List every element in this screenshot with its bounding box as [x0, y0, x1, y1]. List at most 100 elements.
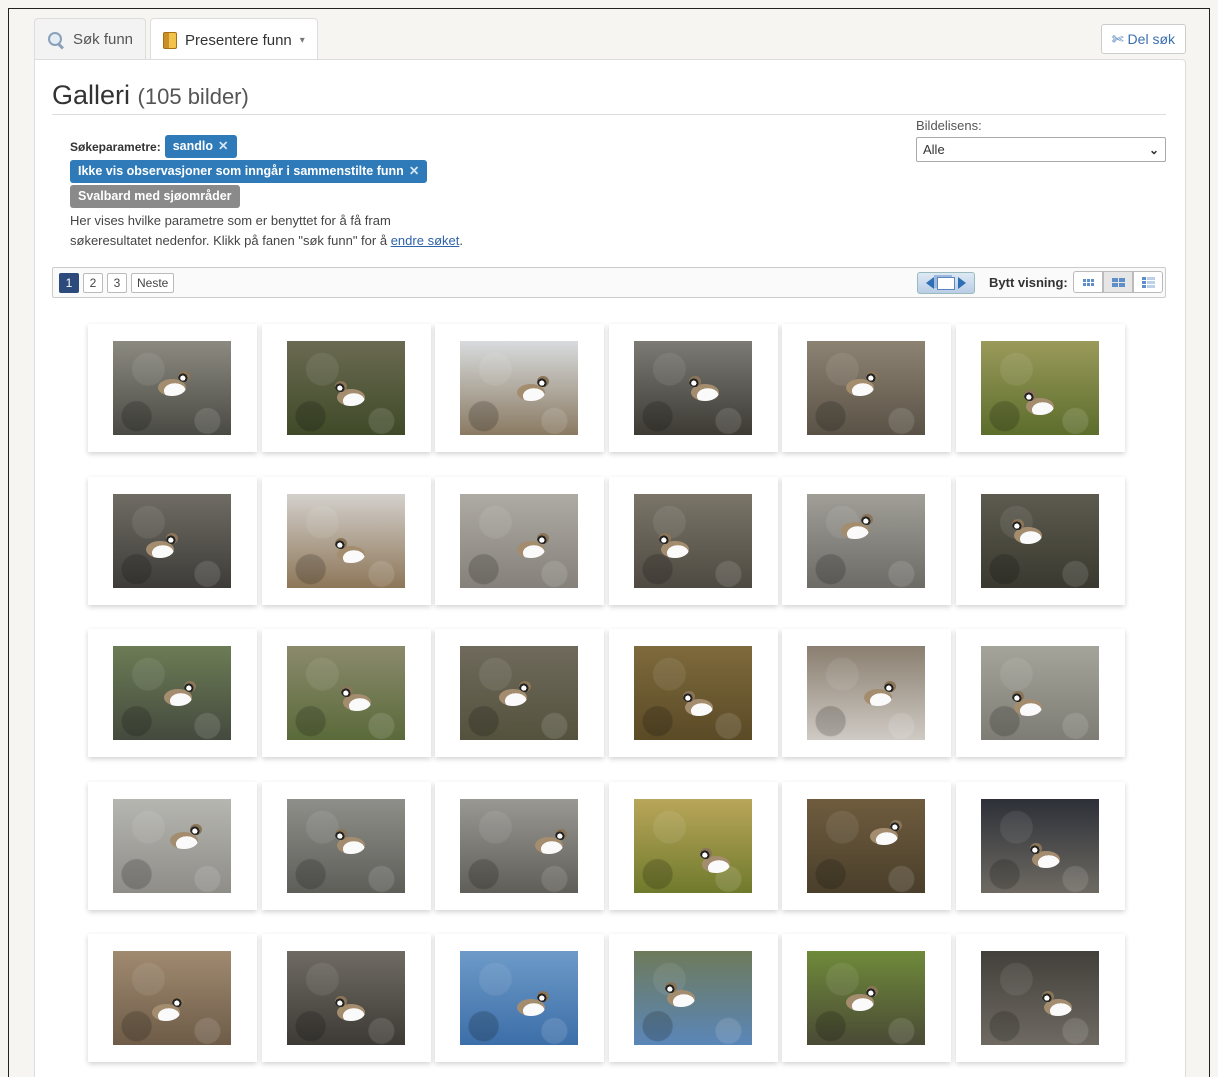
bird-photo-thumbnail[interactable] — [980, 341, 1099, 435]
gallery-item — [433, 475, 607, 628]
next-page-button[interactable]: Neste — [131, 273, 175, 293]
bird-head — [688, 376, 701, 387]
thumbnail-card[interactable] — [88, 934, 257, 1063]
thumbnail-card[interactable] — [955, 781, 1125, 910]
bird-photo-thumbnail[interactable] — [460, 646, 579, 741]
thumbnail-card[interactable] — [435, 476, 605, 605]
thumbnail-card[interactable] — [261, 476, 431, 605]
bird-photo-thumbnail[interactable] — [633, 646, 752, 741]
gallery-item — [607, 780, 781, 933]
tab-search-findings[interactable]: Søk funn — [34, 18, 147, 60]
thumbnail-card[interactable] — [435, 781, 605, 910]
bird-photo-thumbnail[interactable] — [633, 798, 752, 893]
bird-photo-thumbnail[interactable] — [113, 798, 231, 893]
bird-photo-thumbnail[interactable] — [633, 493, 752, 588]
page-2-button[interactable]: 2 — [83, 273, 103, 293]
bird-photo-thumbnail[interactable] — [980, 798, 1099, 893]
bird-photo-thumbnail[interactable] — [807, 341, 926, 435]
bird-photo-thumbnail[interactable] — [113, 493, 231, 588]
param-tag-sandlo[interactable]: sandlo ✕ — [164, 135, 237, 158]
thumbnail-card[interactable] — [608, 781, 778, 910]
bird-photo-thumbnail[interactable] — [807, 493, 926, 588]
gallery-item — [260, 627, 434, 780]
bird-photo-thumbnail[interactable] — [113, 341, 231, 435]
thumbnail-card[interactable] — [88, 476, 257, 605]
bird-photo-thumbnail[interactable] — [460, 798, 579, 893]
remove-icon[interactable]: ✕ — [218, 139, 228, 153]
share-search-button[interactable]: ✄ Del søk — [1100, 24, 1186, 54]
thumbnail-card[interactable] — [782, 629, 952, 758]
thumbnail-card[interactable] — [782, 476, 952, 605]
thumbnail-card[interactable] — [608, 476, 778, 605]
bird-photo-thumbnail[interactable] — [807, 951, 926, 1046]
bird-photo-thumbnail[interactable] — [980, 951, 1099, 1046]
gallery-item — [954, 932, 1128, 1077]
photo-texture — [807, 798, 926, 893]
thumbnail-card[interactable] — [782, 781, 952, 910]
view-small-grid-button[interactable] — [1073, 271, 1103, 293]
thumbnail-card[interactable] — [608, 629, 778, 758]
bird-photo-thumbnail[interactable] — [460, 951, 579, 1046]
param-tag-region: Svalbard med sjøområder — [70, 185, 240, 208]
bird-photo-thumbnail[interactable] — [286, 951, 405, 1046]
bird-photo-thumbnail[interactable] — [633, 341, 752, 435]
thumbnail-card[interactable] — [435, 324, 605, 452]
gallery-item — [433, 322, 607, 475]
edit-search-link[interactable]: endre søket — [391, 233, 460, 248]
view-list-button[interactable] — [1133, 271, 1163, 293]
bird-photo-thumbnail[interactable] — [286, 341, 405, 435]
image-gallery — [86, 322, 1128, 1077]
thumbnail-card[interactable] — [435, 629, 605, 758]
thumbnail-card[interactable] — [955, 324, 1125, 452]
bird-photo-thumbnail[interactable] — [807, 798, 926, 893]
scissors-icon: ✄ — [1111, 30, 1124, 47]
thumbnail-card[interactable] — [261, 629, 431, 758]
view-large-grid-button[interactable] — [1103, 271, 1133, 293]
license-select[interactable]: Alle ⌄ — [916, 137, 1166, 162]
thumbnail-card[interactable] — [782, 934, 952, 1063]
arrow-right-icon — [958, 277, 966, 289]
bird-photo-thumbnail[interactable] — [807, 646, 926, 741]
thumbnail-card[interactable] — [261, 781, 431, 910]
thumbnail-card[interactable] — [88, 629, 257, 758]
bird-photo-thumbnail[interactable] — [286, 493, 405, 588]
gallery-item — [954, 627, 1128, 780]
photo-texture — [980, 341, 1099, 435]
thumbnail-card[interactable] — [261, 934, 431, 1063]
caret-down-icon: ▾ — [299, 34, 305, 46]
slideshow-button[interactable] — [917, 272, 975, 294]
bird-photo-thumbnail[interactable] — [633, 951, 752, 1046]
thumbnail-card[interactable] — [261, 324, 431, 452]
bird-photo-thumbnail[interactable] — [113, 646, 231, 741]
title-text: Galleri — [52, 80, 131, 110]
thumbnail-card[interactable] — [88, 781, 257, 910]
bird-head — [664, 981, 677, 993]
page-1-button[interactable]: 1 — [59, 273, 79, 293]
thumbnail-card[interactable] — [88, 324, 257, 452]
bird-head — [183, 681, 196, 693]
bird-photo-thumbnail[interactable] — [980, 646, 1099, 741]
params-description: Her vises hvilke parametre som er benytt… — [70, 213, 463, 248]
bird-photo-thumbnail[interactable] — [113, 951, 231, 1046]
bird-photo-thumbnail[interactable] — [286, 646, 405, 741]
thumbnail-card[interactable] — [955, 934, 1125, 1063]
page-3-button[interactable]: 3 — [107, 273, 127, 293]
remove-icon[interactable]: ✕ — [409, 164, 419, 178]
photo-texture — [633, 798, 752, 893]
bird-photo-thumbnail[interactable] — [286, 798, 405, 893]
gallery-item — [86, 627, 260, 780]
gallery-item — [607, 475, 781, 628]
bird-head — [890, 819, 903, 831]
bird-photo-thumbnail[interactable] — [460, 493, 579, 588]
thumbnail-card[interactable] — [782, 324, 952, 452]
param-tag-exclude-combined[interactable]: Ikke vis observasjoner som inngår i samm… — [70, 160, 428, 183]
bird-photo-thumbnail[interactable] — [460, 341, 579, 435]
bird-photo-thumbnail[interactable] — [980, 493, 1099, 588]
tab-present-findings[interactable]: Presentere funn ▾ — [150, 18, 318, 61]
gallery-item — [780, 322, 954, 475]
thumbnail-card[interactable] — [608, 324, 778, 452]
thumbnail-card[interactable] — [955, 476, 1125, 605]
thumbnail-card[interactable] — [955, 629, 1125, 758]
thumbnail-card[interactable] — [435, 934, 605, 1063]
thumbnail-card[interactable] — [608, 934, 778, 1063]
